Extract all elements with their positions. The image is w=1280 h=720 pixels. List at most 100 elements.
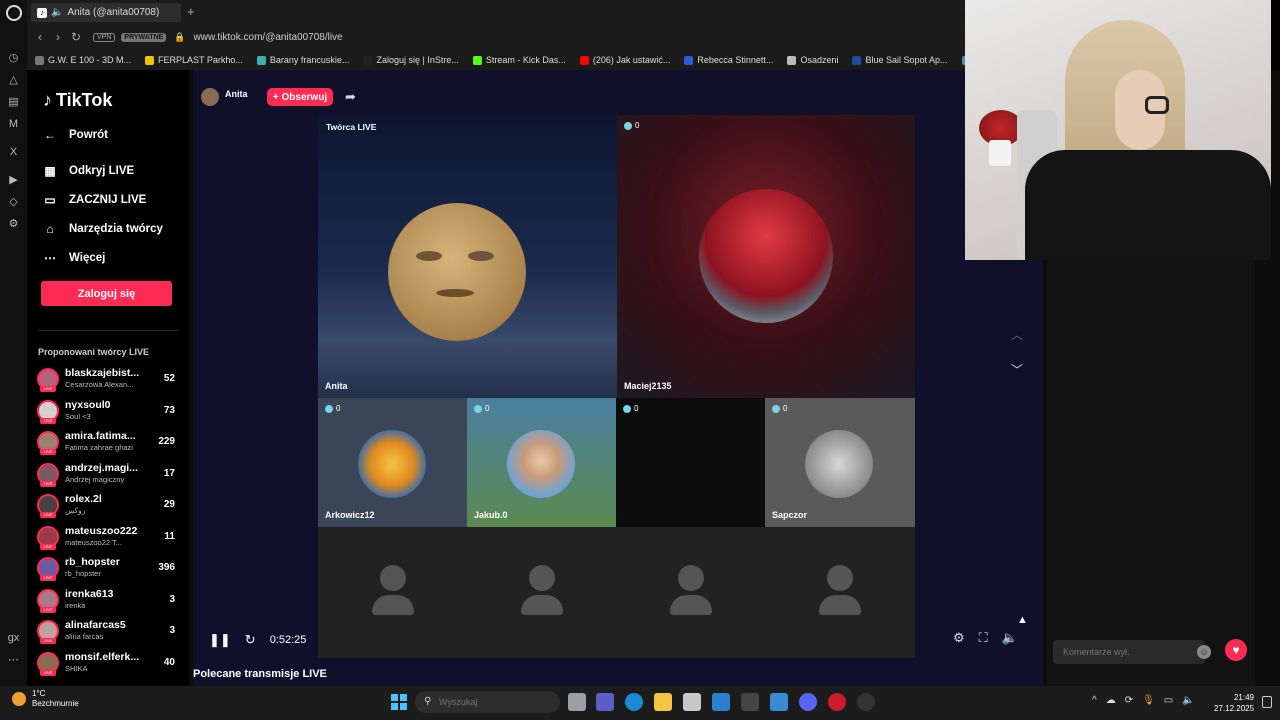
bookmark-item[interactable]: Blue Sail Sopot Ap... <box>852 55 948 65</box>
fullscreen-icon[interactable]: ⛶ <box>979 630 988 646</box>
creator-item[interactable]: LIVE rb_hopster rb_hopster 396 <box>37 555 177 583</box>
emoji-icon[interactable]: ☺ <box>1197 645 1211 659</box>
chevron-up-icon[interactable]: ︿ <box>1011 326 1023 343</box>
guest-video-tile[interactable]: 0 Jakub.0 <box>467 398 616 527</box>
live-creator-badge: Twórca LIVE <box>326 122 377 132</box>
creator-name: mateuszoo222 <box>65 524 138 537</box>
vpn-badge[interactable]: VPN <box>93 32 116 42</box>
empty-seat[interactable] <box>616 527 765 658</box>
creator-item[interactable]: LIVE alinafarcas5 alina farcas 3 <box>37 618 177 646</box>
url-field[interactable]: www.tiktok.com/@anita00708/live <box>194 32 343 43</box>
follow-button[interactable]: + Obserwuj <box>267 88 333 106</box>
creator-item[interactable]: LIVE blaskzajebist... Cesarzowa Alexan... 5… <box>37 366 177 394</box>
forward-icon[interactable]: › <box>49 30 67 44</box>
bookmark-item[interactable]: Stream - Kick Das... <box>472 55 566 65</box>
creator-item[interactable]: LIVE amira.fatima... Fatima zahrae ghazi 22… <box>37 429 177 457</box>
nav-discover-live[interactable]: ▦ Odkryj LIVE <box>43 164 134 178</box>
tiktok-logo[interactable]: ♪ TikTok <box>43 90 112 111</box>
nav-start-live[interactable]: ▭ ZACZNIJ LIVE <box>43 193 146 207</box>
speaker-icon[interactable]: 🔈 <box>51 7 63 18</box>
notification-icon[interactable] <box>1262 696 1272 708</box>
address-bar: ‹ › ↻ VPN PRYWATNE 🔒 www.tiktok.com/@ani… <box>27 24 965 50</box>
bookmark-item[interactable]: FERPLAST Parkho... <box>145 55 243 65</box>
viewer-count: 0 <box>474 404 489 413</box>
webcam-overlay <box>965 0 1271 260</box>
gx-icon[interactable]: gx <box>7 631 21 645</box>
settings-icon[interactable]: ⚙ <box>953 630 965 646</box>
creator-item[interactable]: LIVE andrzej.magi... Andrzej magiczny 17 <box>37 461 177 489</box>
teams-icon[interactable] <box>596 693 614 711</box>
sync-icon[interactable]: ⟳ <box>1125 695 1133 706</box>
opera-icon[interactable] <box>828 693 846 711</box>
bookmark-item[interactable]: (206) Jak ustawić... <box>579 55 670 65</box>
empty-seat[interactable] <box>467 527 616 658</box>
host-name[interactable]: Anita <box>225 89 248 99</box>
share-icon[interactable]: ➦ <box>345 89 356 105</box>
bookmark-item[interactable]: Barany francuskie... <box>256 55 349 65</box>
comment-input[interactable] <box>1053 640 1205 664</box>
person-placeholder-icon <box>521 565 563 617</box>
weather-widget[interactable]: 1°C Bezchmurnie <box>12 689 79 709</box>
nav-creator-tools[interactable]: ⌂ Narzędzia twórcy <box>43 222 163 236</box>
empty-seat[interactable] <box>765 527 915 658</box>
login-button[interactable]: Zaloguj się <box>41 281 172 306</box>
taskbar-search[interactable] <box>415 691 560 713</box>
chevron-up-icon[interactable]: ^ <box>1092 695 1097 706</box>
discord-icon[interactable] <box>799 693 817 711</box>
store-icon[interactable] <box>683 693 701 711</box>
windows-start-icon[interactable] <box>391 694 407 710</box>
tile-name: Maciej2135 <box>624 381 672 391</box>
guest-video-tile[interactable]: 0 <box>616 398 765 527</box>
cloud-icon[interactable]: ☁ <box>1106 695 1116 706</box>
guest-video-tile[interactable]: 0 Arkowicz12 <box>318 398 467 527</box>
mail-icon[interactable] <box>712 693 730 711</box>
x-icon[interactable]: X <box>7 145 21 159</box>
app-icon[interactable] <box>770 693 788 711</box>
opera-logo-icon[interactable] <box>5 5 22 21</box>
heart-icon[interactable]: ♥ <box>1225 639 1247 661</box>
extensions-icon[interactable]: ◇ <box>7 195 21 209</box>
back-link[interactable]: ← Powrót <box>43 128 108 142</box>
reload-icon[interactable]: ↻ <box>67 30 85 44</box>
ai-icon[interactable]: △ <box>7 73 21 87</box>
empty-seat[interactable] <box>318 527 467 658</box>
back-icon[interactable]: ‹ <box>31 30 49 44</box>
history-icon[interactable]: ◷ <box>7 51 21 65</box>
messenger-icon[interactable]: M <box>7 117 21 131</box>
settings-icon[interactable]: ⚙ <box>7 217 21 231</box>
opera-gx-icon[interactable] <box>857 693 875 711</box>
guest-video-tile[interactable]: 0 Maciej2135 <box>617 115 915 398</box>
bookmark-item[interactable]: Osadzeni <box>787 55 838 65</box>
host-video-tile[interactable]: Twórca LIVE Anita <box>318 115 617 398</box>
chevron-down-icon[interactable]: ﹀ <box>1011 361 1023 378</box>
volume-icon[interactable]: 🔈 <box>1002 630 1018 646</box>
network-icon[interactable]: ▭ <box>1164 695 1173 706</box>
more-icon[interactable]: ⋯ <box>7 653 21 667</box>
bookmark-item[interactable]: G.W. E 100 - 3D M... <box>35 55 131 65</box>
player-icon[interactable]: ▶ <box>7 173 21 187</box>
bookmark-item[interactable]: Zaloguj się | InStre... <box>363 55 459 65</box>
pause-icon[interactable]: ❚❚ <box>209 632 231 648</box>
refresh-icon[interactable]: ↻ <box>245 632 256 648</box>
glasses <box>1145 96 1169 114</box>
creator-item[interactable]: LIVE rolex.2l روكس 29 <box>37 492 177 520</box>
creator-item[interactable]: LIVE nyxsoul0 Soul <3 73 <box>37 398 177 426</box>
task-view-icon[interactable] <box>568 693 586 711</box>
app-icon[interactable] <box>741 693 759 711</box>
news-icon[interactable]: ▤ <box>7 95 21 109</box>
bookmark-item[interactable]: Rebecca Stinnett... <box>684 55 773 65</box>
file-explorer-icon[interactable] <box>654 693 672 711</box>
lock-icon[interactable]: 🔒 <box>174 32 185 43</box>
creator-item[interactable]: LIVE monsif.elferk... SHIKA 40 <box>37 650 177 678</box>
nav-more[interactable]: ⋯ Więcej <box>43 251 105 265</box>
edge-icon[interactable] <box>625 693 643 711</box>
host-avatar[interactable] <box>201 88 219 106</box>
tab-tiktok[interactable]: ♪ 🔈 Anita (@anita00708) <box>31 3 181 22</box>
creator-item[interactable]: LIVE irenka613 irenka 3 <box>37 587 177 615</box>
volume-icon[interactable]: 🔈 <box>1182 695 1194 706</box>
clock[interactable]: 21:49 27.12.2025 <box>1214 692 1254 714</box>
creator-item[interactable]: LIVE mateuszoo222 mateuszoo22 T... 11 <box>37 524 177 552</box>
guest-video-tile[interactable]: 0 Sapczor <box>765 398 915 527</box>
new-tab-button[interactable]: + <box>187 4 195 19</box>
microphone-icon[interactable]: 🎙 <box>1142 695 1155 706</box>
